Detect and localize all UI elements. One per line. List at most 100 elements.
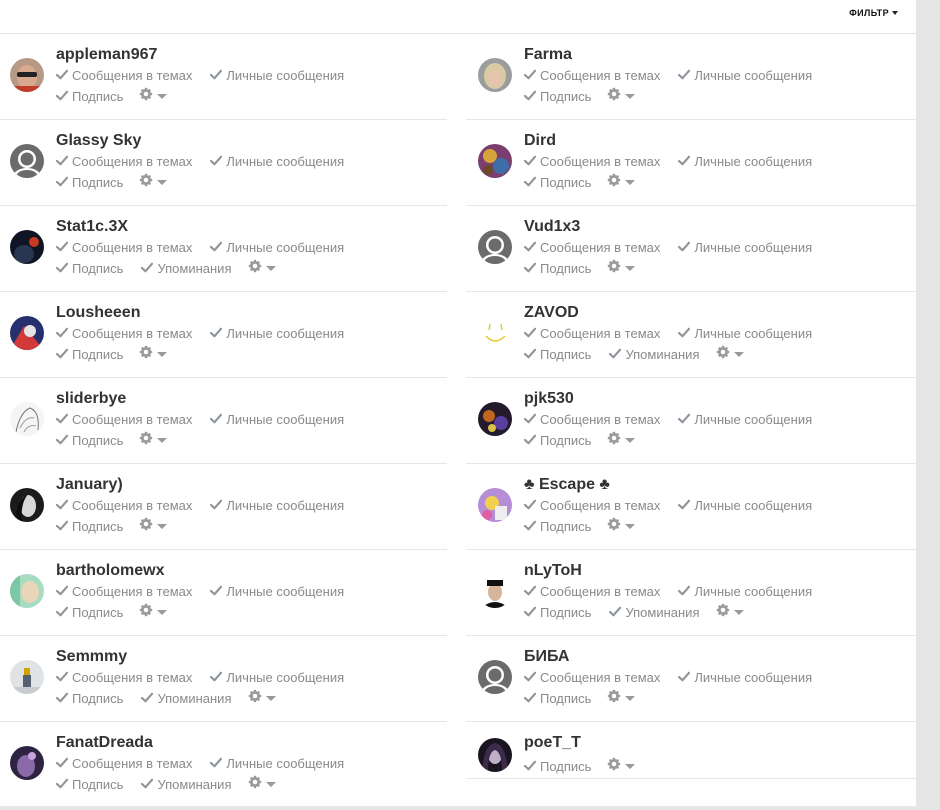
username-link[interactable]: sliderbye [56,390,126,408]
private-messages-toggle[interactable]: Личные сообщения [678,670,812,685]
settings-dropdown[interactable] [248,775,276,794]
topic-posts-toggle[interactable]: Сообщения в темах [55,670,192,685]
settings-dropdown[interactable] [607,757,636,776]
avatar[interactable] [10,574,44,608]
username-link[interactable]: ♣ Escape ♣ [524,476,610,494]
settings-dropdown[interactable] [607,689,636,708]
avatar[interactable] [478,230,512,264]
private-messages-toggle[interactable]: Личные сообщения [678,498,812,513]
private-messages-toggle[interactable]: Личные сообщения [210,756,344,771]
username-link[interactable]: ZAVOD [524,304,579,322]
topic-posts-toggle[interactable]: Сообщения в темах [523,240,660,255]
signature-toggle[interactable]: Подпись [55,347,123,362]
settings-dropdown[interactable] [716,345,744,364]
private-messages-toggle[interactable]: Личные сообщения [210,154,344,169]
private-messages-toggle[interactable]: Личные сообщения [210,498,344,513]
avatar[interactable] [10,230,44,264]
settings-dropdown[interactable] [139,345,168,364]
signature-toggle[interactable]: Подпись [55,261,123,276]
topic-posts-toggle[interactable]: Сообщения в темах [55,498,192,513]
signature-toggle[interactable]: Подпись [523,347,591,362]
avatar[interactable] [478,574,512,608]
topic-posts-toggle[interactable]: Сообщения в темах [523,154,660,169]
private-messages-toggle[interactable]: Личные сообщения [210,584,344,599]
username-link[interactable]: nLyToH [524,562,582,580]
avatar[interactable] [10,402,44,436]
signature-toggle[interactable]: Подпись [523,89,591,104]
username-link[interactable]: БИБА [524,648,569,666]
topic-posts-toggle[interactable]: Сообщения в темах [523,412,660,427]
username-link[interactable]: Farma [524,46,572,64]
private-messages-toggle[interactable]: Личные сообщения [678,584,812,599]
signature-toggle[interactable]: Подпись [523,433,591,448]
settings-dropdown[interactable] [248,259,276,278]
avatar[interactable] [478,316,512,350]
signature-toggle[interactable]: Подпись [523,759,591,774]
private-messages-toggle[interactable]: Личные сообщения [210,326,344,341]
settings-dropdown[interactable] [607,517,636,536]
topic-posts-toggle[interactable]: Сообщения в темах [55,154,192,169]
signature-toggle[interactable]: Подпись [523,605,591,620]
topic-posts-toggle[interactable]: Сообщения в темах [55,584,192,599]
signature-toggle[interactable]: Подпись [55,691,123,706]
private-messages-toggle[interactable]: Личные сообщения [678,68,812,83]
settings-dropdown[interactable] [607,173,636,192]
username-link[interactable]: bartholomewx [56,562,164,580]
mentions-toggle[interactable]: Упоминания [141,777,232,792]
signature-toggle[interactable]: Подпись [55,519,123,534]
username-link[interactable]: Lousheeen [56,304,140,322]
topic-posts-toggle[interactable]: Сообщения в темах [523,498,660,513]
private-messages-toggle[interactable]: Личные сообщения [210,68,344,83]
mentions-toggle[interactable]: Упоминания [609,605,700,620]
username-link[interactable]: Stat1c.3X [56,218,128,236]
topic-posts-toggle[interactable]: Сообщения в темах [523,326,660,341]
avatar[interactable] [478,488,512,522]
settings-dropdown[interactable] [139,173,168,192]
signature-toggle[interactable]: Подпись [55,89,123,104]
topic-posts-toggle[interactable]: Сообщения в темах [55,412,192,427]
signature-toggle[interactable]: Подпись [523,691,591,706]
topic-posts-toggle[interactable]: Сообщения в темах [55,756,192,771]
avatar[interactable] [478,58,512,92]
settings-dropdown[interactable] [139,431,168,450]
private-messages-toggle[interactable]: Личные сообщения [210,240,344,255]
avatar[interactable] [10,58,44,92]
signature-toggle[interactable]: Подпись [523,519,591,534]
topic-posts-toggle[interactable]: Сообщения в темах [523,68,660,83]
username-link[interactable]: FanatDreada [56,734,153,752]
avatar[interactable] [478,144,512,178]
settings-dropdown[interactable] [607,87,636,106]
avatar[interactable] [478,660,512,694]
signature-toggle[interactable]: Подпись [55,433,123,448]
username-link[interactable]: poeT_T [524,734,581,752]
topic-posts-toggle[interactable]: Сообщения в темах [55,326,192,341]
settings-dropdown[interactable] [139,517,168,536]
topic-posts-toggle[interactable]: Сообщения в темах [523,670,660,685]
signature-toggle[interactable]: Подпись [523,261,591,276]
signature-toggle[interactable]: Подпись [523,175,591,190]
signature-toggle[interactable]: Подпись [55,175,123,190]
signature-toggle[interactable]: Подпись [55,777,123,792]
private-messages-toggle[interactable]: Личные сообщения [210,412,344,427]
mentions-toggle[interactable]: Упоминания [141,691,232,706]
private-messages-toggle[interactable]: Личные сообщения [678,240,812,255]
settings-dropdown[interactable] [607,259,636,278]
username-link[interactable]: Glassy Sky [56,132,141,150]
settings-dropdown[interactable] [716,603,744,622]
username-link[interactable]: pjk530 [524,390,574,408]
signature-toggle[interactable]: Подпись [55,605,123,620]
topic-posts-toggle[interactable]: Сообщения в темах [55,68,192,83]
mentions-toggle[interactable]: Упоминания [609,347,700,362]
avatar[interactable] [478,402,512,436]
settings-dropdown[interactable] [139,603,168,622]
username-link[interactable]: Vud1x3 [524,218,580,236]
topic-posts-toggle[interactable]: Сообщения в темах [55,240,192,255]
private-messages-toggle[interactable]: Личные сообщения [678,326,812,341]
avatar[interactable] [10,488,44,522]
avatar[interactable] [10,660,44,694]
settings-dropdown[interactable] [248,689,276,708]
mentions-toggle[interactable]: Упоминания [141,261,232,276]
avatar[interactable] [10,316,44,350]
username-link[interactable]: Semmmy [56,648,127,666]
private-messages-toggle[interactable]: Личные сообщения [210,670,344,685]
